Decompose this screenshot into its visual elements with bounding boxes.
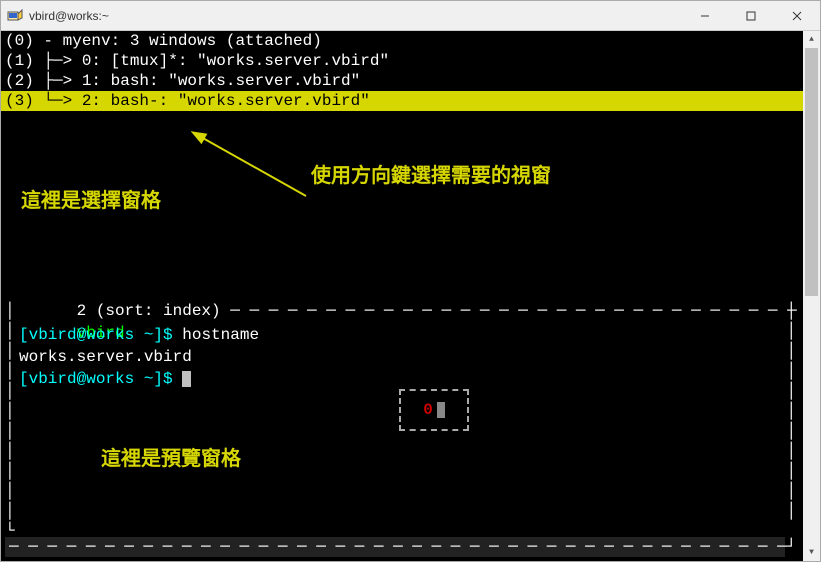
scroll-down-button[interactable]: ▼: [803, 544, 820, 561]
preview-left-border: │ │ │ │ │ │ │ │ │ │ │ └: [5, 301, 7, 525]
scroll-up-button[interactable]: ▲: [803, 31, 820, 48]
cursor-icon: [182, 371, 191, 387]
terminal-area[interactable]: (0) - myenv: 3 windows (attached) (1) ├─…: [1, 31, 820, 561]
annotation-arrow-hint: 使用方向鍵選擇需要的視窗: [311, 166, 551, 186]
preview-prompt-2: [vbird@works ~]$: [15, 369, 191, 389]
pane-number: 0: [423, 400, 433, 420]
scroll-thumb[interactable]: [805, 48, 818, 296]
status-bar-dashes: ─ ─ ─ ─ ─ ─ ─ ─ ─ ─ ─ ─ ─ ─ ─ ─ ─ ─ ─ ─ …: [5, 537, 785, 557]
tmux-session-line: (0) - myenv: 3 windows (attached): [1, 31, 820, 51]
putty-icon: [7, 8, 23, 24]
pane-number-box: 0: [399, 389, 469, 431]
window-title: vbird@works:~: [29, 9, 682, 23]
tmux-window-line-selected[interactable]: (3) └─> 2: bash-: "works.server.vbird": [1, 91, 820, 111]
minimize-button[interactable]: [682, 1, 728, 30]
annotation-preview-pane: 這裡是預覽窗格: [101, 449, 241, 469]
annotation-select-pane: 這裡是選擇窗格: [21, 191, 161, 211]
preview-header: 2 (sort: index) ─ ─ ─ ─ ─ ─ ─ ─ ─ ─ ─ ─ …: [1, 281, 820, 301]
preview-prompt-1: [vbird@works ~]$ hostname: [15, 325, 259, 345]
tmux-window-line[interactable]: (1) ├─> 0: [tmux]*: "works.server.vbird": [1, 51, 820, 71]
tmux-window-line[interactable]: (2) ├─> 1: bash: "works.server.vbird": [1, 71, 820, 91]
close-button[interactable]: [774, 1, 820, 30]
preview-output: works.server.vbird: [15, 347, 192, 367]
scroll-track[interactable]: [803, 48, 820, 544]
status-corner: ┘: [786, 537, 796, 557]
preview-right-border: │ │ │ │ │ │ │ │ │ │ │: [786, 301, 796, 521]
pane-cursor-icon: [437, 402, 445, 418]
titlebar[interactable]: vbird@works:~: [1, 1, 820, 31]
maximize-button[interactable]: [728, 1, 774, 30]
preview-user: vbird: [15, 303, 125, 323]
scrollbar[interactable]: ▲ ▼: [803, 31, 820, 561]
app-window: vbird@works:~ (0) - myenv: 3 windows (at…: [0, 0, 821, 562]
window-controls: [682, 1, 820, 30]
annotation-arrow: [191, 131, 311, 201]
